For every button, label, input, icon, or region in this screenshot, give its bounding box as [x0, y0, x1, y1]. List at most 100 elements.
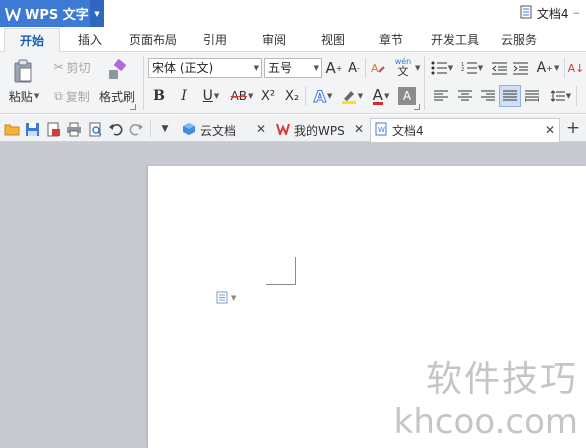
tab-references[interactable]: 引用	[198, 28, 232, 52]
open-folder-icon[interactable]	[4, 121, 20, 137]
underline-button[interactable]: U ▼	[199, 86, 223, 106]
tab-page-layout[interactable]: 页面布局	[124, 28, 182, 52]
tab-view[interactable]: 视图	[316, 28, 350, 52]
paragraph-options[interactable]: ▼	[216, 291, 236, 304]
font-size-combo[interactable]: 五号 ▼	[264, 58, 322, 78]
save-icon[interactable]	[24, 121, 40, 137]
highlight-button[interactable]: ▼	[338, 86, 366, 106]
decrease-indent-button[interactable]	[490, 58, 508, 78]
doc-tab-cloud-docs[interactable]: 云文档 ✕	[180, 118, 270, 142]
align-right-button[interactable]	[479, 86, 497, 106]
font-size-decrease-button[interactable]: A-	[345, 58, 363, 78]
font-size-value: 五号	[268, 61, 293, 75]
export-pdf-icon[interactable]	[45, 121, 61, 137]
change-case-button[interactable]: A + ▼	[534, 58, 562, 78]
italic-button[interactable]: I	[175, 86, 193, 106]
svg-text:2: 2	[461, 67, 464, 73]
numbered-list-button[interactable]: 1 2 ▼	[458, 58, 486, 78]
sort-button[interactable]: A↓	[567, 58, 585, 78]
subscript-button[interactable]: X₂	[282, 86, 302, 106]
close-icon[interactable]: ✕	[545, 123, 555, 137]
highlighter-icon	[341, 91, 356, 104]
font-color-button[interactable]: A ▼	[367, 86, 395, 106]
new-tab-plus-icon[interactable]: +	[565, 118, 581, 138]
font-size-increase-button[interactable]: A +	[325, 58, 343, 78]
undo-icon[interactable]	[108, 121, 124, 137]
print-icon[interactable]	[66, 121, 82, 137]
change-case-icon: A	[536, 60, 547, 76]
shrink-font-icon: A	[348, 60, 357, 76]
app-name: WPS 文字	[25, 8, 89, 23]
chevron-down-icon: ▼	[231, 293, 237, 302]
document-workspace: ▼ 软件技巧 khcoo.com	[0, 142, 586, 448]
cloud-cube-icon	[182, 122, 196, 139]
quick-access-bar: ▼ 云文档 ✕ 我的WPS ✕ W 文档4 ✕ +	[0, 115, 586, 142]
indent-icon	[512, 62, 528, 74]
eraser-icon: A	[371, 62, 385, 75]
cut-button[interactable]: ✂ 剪切	[48, 58, 96, 76]
format-painter-button[interactable]: 格式刷	[97, 87, 137, 105]
format-painter-icon[interactable]	[100, 57, 134, 83]
cut-label: 剪切	[66, 60, 91, 75]
doc-tab-label: 文档4	[392, 124, 424, 138]
app-menu-button[interactable]: WPS 文字 ▼	[0, 0, 104, 27]
clipboard-group-launcher[interactable]	[130, 104, 136, 110]
chevron-down-icon[interactable]: −	[572, 9, 580, 19]
distributed-align-button[interactable]	[523, 86, 541, 106]
justify-icon	[503, 90, 517, 101]
tab-review[interactable]: 审阅	[257, 28, 291, 52]
chevron-down-icon: ▼	[248, 92, 254, 100]
chevron-down-icon: ▼	[33, 92, 40, 100]
tab-section[interactable]: 章节	[374, 28, 408, 52]
paste-icon[interactable]	[6, 58, 40, 84]
bullet-list-button[interactable]: ▼	[428, 58, 456, 78]
divider	[150, 120, 151, 137]
divider	[424, 56, 425, 110]
line-spacing-button[interactable]: ▼	[548, 86, 574, 106]
chevron-down-icon: ▼	[357, 92, 364, 100]
chevron-down-icon: ▼	[477, 64, 484, 72]
ribbon-tab-bar: 开始 插入 页面布局 引用 审阅 视图 章节 开发工具 云服务	[0, 28, 586, 53]
tab-home[interactable]: 开始	[4, 28, 60, 53]
text-effect-icon: A	[313, 86, 326, 106]
strikethrough-button[interactable]: AB ▼	[227, 86, 257, 106]
chevron-down-icon[interactable]: ▼	[415, 64, 420, 72]
bold-button[interactable]: B	[150, 86, 168, 106]
document-page[interactable]: ▼ 软件技巧 khcoo.com	[148, 166, 586, 448]
paste-button[interactable]: 粘贴 ▼	[4, 87, 44, 105]
superscript-button[interactable]: X²	[258, 86, 278, 106]
customize-toolbar-dropdown-icon[interactable]: ▼	[157, 121, 173, 137]
divider	[564, 58, 565, 78]
divider	[576, 86, 577, 106]
tab-cloud-service[interactable]: 云服务	[496, 28, 542, 52]
chevron-down-icon: ▼	[553, 64, 560, 72]
clear-format-button[interactable]: A	[368, 58, 388, 78]
paste-label: 粘贴	[8, 89, 33, 104]
print-preview-icon[interactable]	[87, 121, 103, 137]
font-name-combo[interactable]: 宋体 (正文) ▼	[148, 58, 262, 78]
redo-icon[interactable]	[128, 121, 144, 137]
watermark: 软件技巧 khcoo.com	[394, 350, 578, 442]
app-menu-dropdown-icon[interactable]: ▼	[90, 0, 104, 27]
doc-tab-document4[interactable]: W 文档4 ✕	[370, 118, 560, 142]
copy-button[interactable]: ⧉ 复制	[48, 87, 96, 105]
chevron-down-icon: ▼	[253, 64, 259, 72]
close-icon[interactable]: ✕	[354, 122, 364, 136]
divider	[365, 58, 366, 78]
font-group-launcher[interactable]	[414, 104, 420, 110]
tab-developer[interactable]: 开发工具	[426, 28, 484, 52]
increase-indent-button[interactable]	[511, 58, 529, 78]
margin-corner-mark	[266, 257, 296, 285]
align-left-button[interactable]	[432, 86, 450, 106]
justify-button[interactable]	[499, 85, 521, 107]
phonetic-guide-button[interactable]: wén 文	[390, 55, 416, 79]
character-shading-button[interactable]: A	[398, 87, 416, 105]
doc-tab-my-wps[interactable]: 我的WPS ✕	[274, 118, 368, 142]
tab-insert[interactable]: 插入	[72, 28, 108, 52]
text-effect-button[interactable]: A ▼	[309, 86, 337, 106]
svg-text:W: W	[378, 126, 385, 134]
align-left-icon	[434, 90, 448, 101]
watermark-line1: 软件技巧	[425, 359, 578, 400]
align-center-button[interactable]	[456, 86, 474, 106]
close-icon[interactable]: ✕	[256, 122, 266, 136]
